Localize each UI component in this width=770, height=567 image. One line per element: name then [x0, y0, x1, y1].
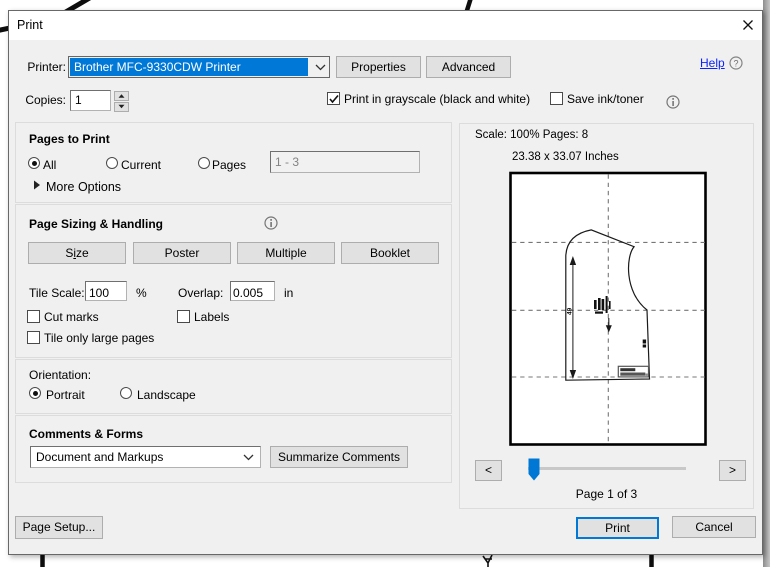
svg-text:?: ? — [733, 58, 738, 68]
svg-text:49: 49 — [567, 307, 574, 315]
